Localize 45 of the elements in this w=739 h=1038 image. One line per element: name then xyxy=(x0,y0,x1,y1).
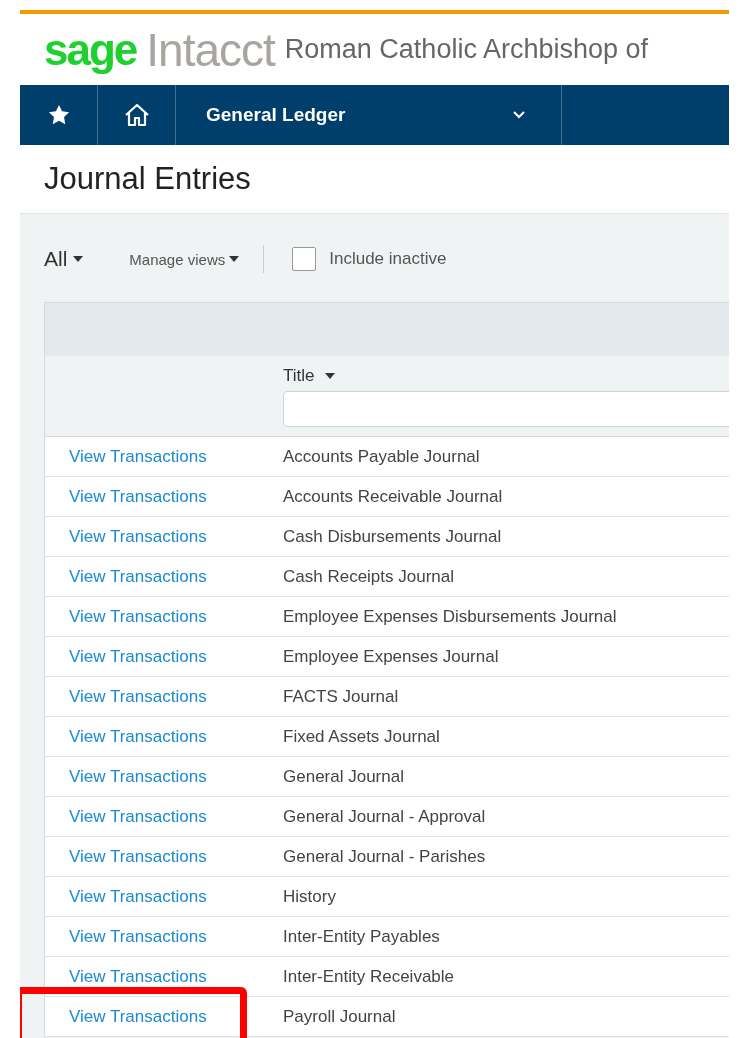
journal-title: Accounts Payable Journal xyxy=(283,446,480,466)
journal-title: History xyxy=(283,886,336,906)
chevron-down-icon xyxy=(513,111,525,119)
home-icon[interactable] xyxy=(123,103,150,127)
journal-title: Accounts Receivable Journal xyxy=(283,486,503,506)
view-transactions-link[interactable]: View Transactions xyxy=(69,846,207,866)
page-title: Journal Entries xyxy=(43,160,252,198)
journal-title: General Journal - Approval xyxy=(283,806,486,826)
logo-product-name: Intacct xyxy=(146,22,275,77)
view-dropdown[interactable]: All xyxy=(44,247,84,271)
journal-title: Employee Expenses Journal xyxy=(283,646,499,666)
journal-title: Employee Expenses Disbursements Journal xyxy=(283,606,617,626)
journal-title: Payroll Journal xyxy=(283,1006,396,1026)
journal-title: Cash Disbursements Journal xyxy=(283,526,502,546)
journal-title: Inter-Entity Receivable xyxy=(283,966,455,986)
view-transactions-link[interactable]: View Transactions xyxy=(69,966,207,986)
view-transactions-link[interactable]: View Transactions xyxy=(69,766,207,786)
journal-title: General Journal - Parishes xyxy=(283,846,486,866)
journal-title: Cash Receipts Journal xyxy=(283,566,455,586)
view-transactions-link[interactable]: View Transactions xyxy=(69,726,207,746)
view-transactions-link[interactable]: View Transactions xyxy=(69,566,207,586)
logo-text: sage xyxy=(44,24,137,75)
view-transactions-link[interactable]: View Transactions xyxy=(69,646,207,666)
view-transactions-link[interactable]: View Transactions xyxy=(69,806,207,826)
checkbox-label: Include inactive xyxy=(329,249,447,269)
view-transactions-link[interactable]: View Transactions xyxy=(69,886,207,906)
view-transactions-link[interactable]: View Transactions xyxy=(69,526,207,546)
caret-icon xyxy=(73,256,84,262)
journal-title: FACTS Journal xyxy=(283,686,399,706)
journal-title: General Journal xyxy=(283,766,404,786)
journal-title: Inter-Entity Payables xyxy=(283,926,440,946)
caret-icon xyxy=(324,373,335,379)
module-dropdown[interactable]: General Ledger xyxy=(176,85,562,145)
view-transactions-link[interactable]: View Transactions xyxy=(69,606,207,626)
view-transactions-link[interactable]: View Transactions xyxy=(69,686,207,706)
filter-field[interactable] xyxy=(283,391,729,427)
company-name: Roman Catholic Archbishop of xyxy=(284,34,648,65)
view-transactions-link[interactable]: View Transactions xyxy=(69,446,207,466)
manage-views-dropdown[interactable]: Manage views xyxy=(129,250,240,268)
view-transactions-link[interactable]: View Transactions xyxy=(69,926,207,946)
journal-title: Fixed Assets Journal xyxy=(283,726,440,746)
caret-icon xyxy=(229,256,240,262)
view-transactions-link[interactable]: View Transactions xyxy=(69,486,207,506)
view-transactions-link[interactable]: View Transactions xyxy=(69,1006,207,1026)
star-icon[interactable] xyxy=(47,104,70,126)
